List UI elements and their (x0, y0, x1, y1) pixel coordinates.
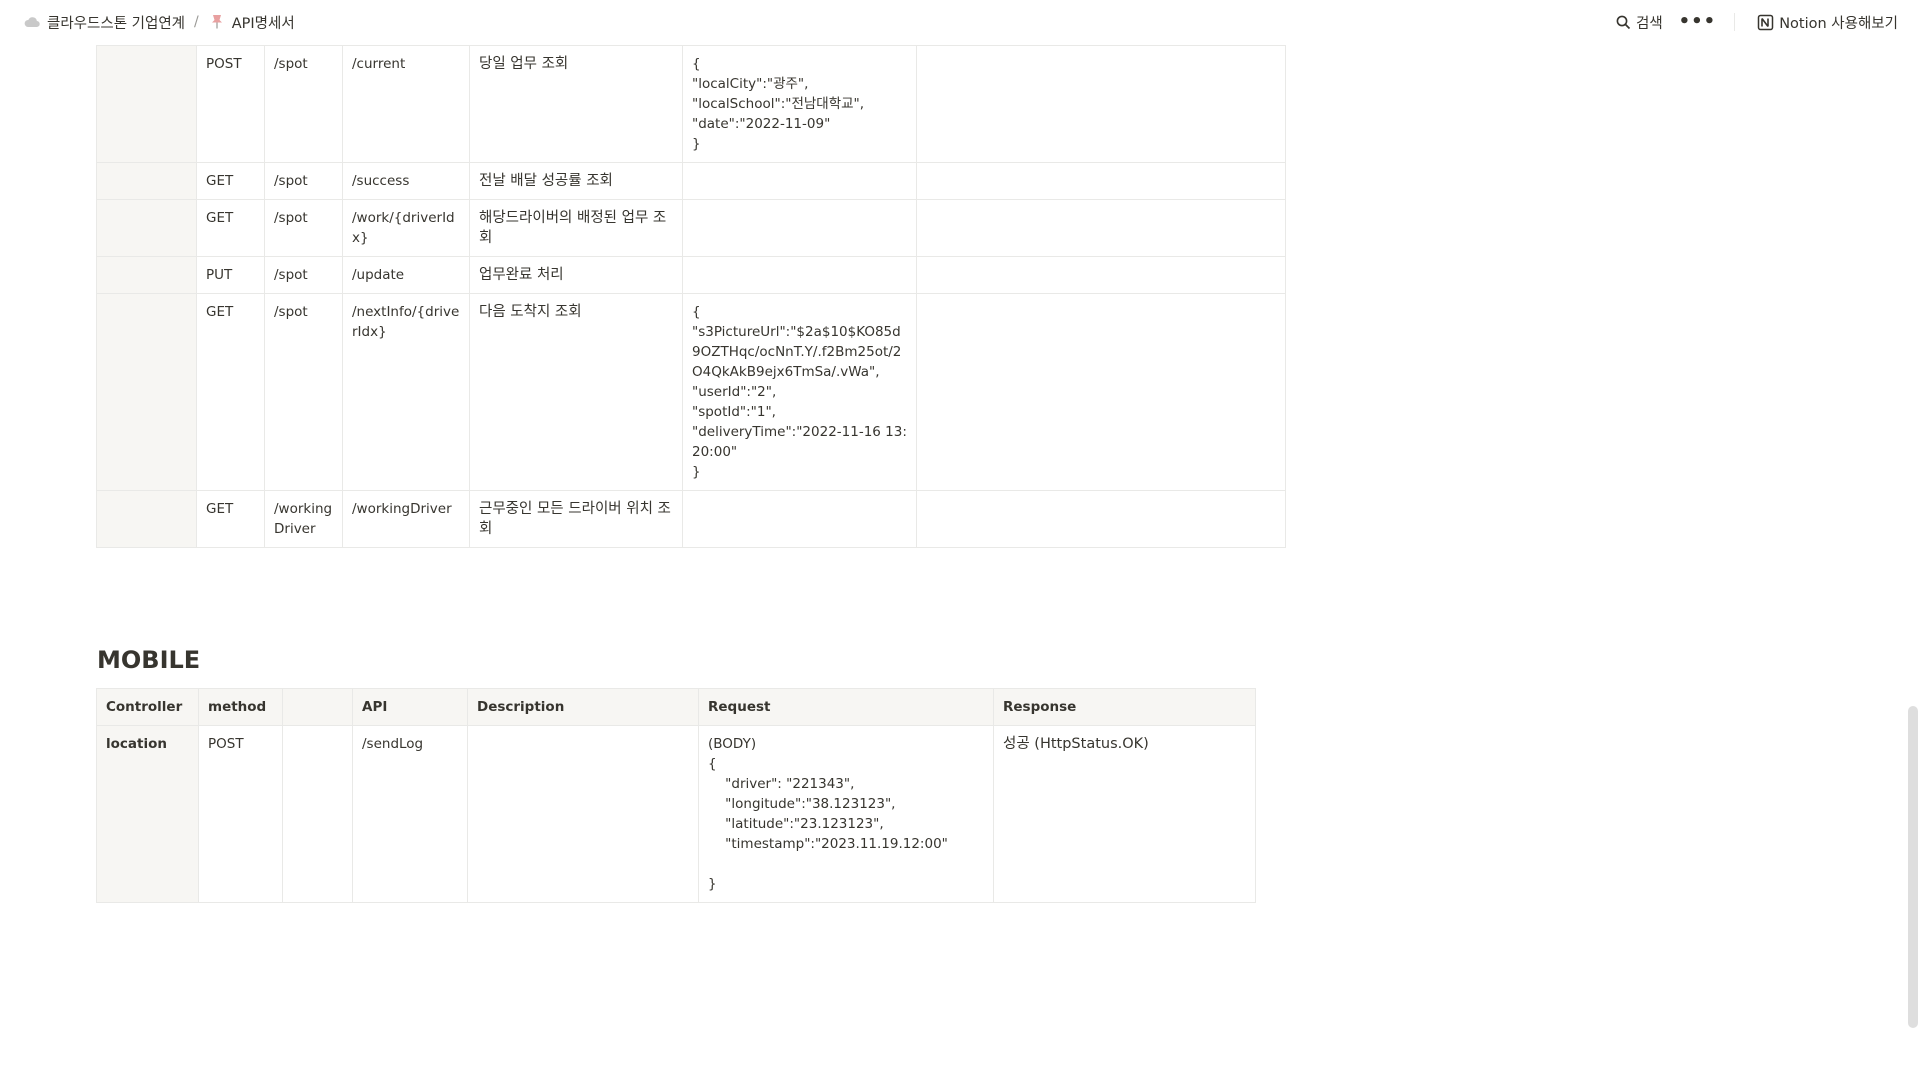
api-cell: /workingDriver (342, 490, 470, 548)
controller-cell (96, 162, 197, 200)
prefix-cell: /spot (264, 162, 343, 200)
response-cell (916, 199, 1286, 257)
api-table-mobile: Controller method API Description Reques… (96, 688, 1256, 903)
breadcrumb-item-page[interactable]: API명세서 (205, 11, 298, 33)
api-table-spot: POST /spot /current 당일 업무 조회 { "localCit… (96, 45, 1286, 548)
controller-cell (96, 293, 197, 491)
prefix-cell: /spot (264, 45, 343, 163)
api-cell: /sendLog (352, 725, 468, 903)
controller-cell (96, 199, 197, 257)
breadcrumb-label: 클라우드스톤 기업연계 (47, 15, 186, 32)
request-cell (682, 162, 917, 200)
column-header: API (352, 688, 468, 726)
description-cell: 해당드라이버의 배정된 업무 조회 (469, 199, 683, 257)
method-cell: POST (196, 45, 265, 163)
controller-cell (96, 256, 197, 294)
controller-cell (96, 45, 197, 163)
response-cell (916, 162, 1286, 200)
pin-icon (208, 13, 226, 31)
table-row: PUT /spot /update 업무완료 처리 (96, 256, 1286, 294)
response-cell (916, 293, 1286, 491)
topbar-actions: 검색 ••• Notion 사용해보기 (1604, 10, 1902, 34)
api-cell: /success (342, 162, 470, 200)
prefix-cell: /working Driver (264, 490, 343, 548)
section-heading-mobile: MOBILE (97, 646, 201, 674)
method-cell: GET (196, 293, 265, 491)
table-header-row: Controller method API Description Reques… (96, 688, 1256, 726)
response-cell (916, 256, 1286, 294)
description-cell: 업무완료 처리 (469, 256, 683, 294)
api-cell: /current (342, 45, 470, 163)
divider (1734, 13, 1736, 31)
notion-logo-icon (1757, 14, 1774, 31)
table-row: GET /working Driver /workingDriver 근무중인 … (96, 490, 1286, 548)
request-cell (682, 256, 917, 294)
search-label: 검색 (1635, 15, 1663, 32)
top-bar: 클라우드스톤 기업연계 / API명세서 검색 ••• Notion 사용해보기 (0, 0, 1920, 44)
method-cell: GET (196, 199, 265, 257)
description-cell: 근무중인 모든 드라이버 위치 조회 (469, 490, 683, 548)
description-cell (467, 725, 699, 903)
scrollbar-thumb[interactable] (1908, 706, 1918, 1028)
more-options-button[interactable]: ••• (1675, 10, 1721, 34)
prefix-cell: /spot (264, 256, 343, 294)
method-cell: POST (198, 725, 283, 903)
description-cell: 전날 배달 성공률 조회 (469, 162, 683, 200)
controller-cell: location (96, 725, 199, 903)
request-cell: { "localCity":"광주", "localSchool":"전남대학교… (682, 45, 917, 163)
breadcrumb-item-workspace[interactable]: 클라우드스톤 기업연계 (20, 11, 188, 33)
response-cell: 성공 (HttpStatus.OK) (993, 725, 1256, 903)
try-notion-button[interactable]: Notion 사용해보기 (1753, 10, 1902, 34)
prefix-cell: /spot (264, 199, 343, 257)
table-row: GET /spot /success 전날 배달 성공률 조회 (96, 162, 1286, 200)
blank-cell (282, 725, 353, 903)
request-cell: { "s3PictureUrl":"$2a$10$KO85d9OZTHqc/oc… (682, 293, 917, 491)
table-row: GET /spot /work/{driverIdx} 해당드라이버의 배정된 … (96, 199, 1286, 257)
description-cell: 당일 업무 조회 (469, 45, 683, 163)
response-cell (916, 490, 1286, 548)
method-cell: PUT (196, 256, 265, 294)
description-cell: 다음 도착지 조회 (469, 293, 683, 491)
breadcrumb-separator: / (194, 14, 199, 30)
api-cell: /update (342, 256, 470, 294)
request-cell (682, 199, 917, 257)
request-cell (682, 490, 917, 548)
cloud-icon (23, 13, 41, 31)
try-notion-label: Notion 사용해보기 (1779, 15, 1898, 32)
vertical-scrollbar[interactable] (1906, 0, 1920, 1080)
search-button[interactable]: 검색 (1612, 10, 1667, 34)
table-row: POST /spot /current 당일 업무 조회 { "localCit… (96, 45, 1286, 163)
more-icon: ••• (1678, 11, 1717, 32)
prefix-cell: /spot (264, 293, 343, 491)
method-cell: GET (196, 490, 265, 548)
column-header: Description (467, 688, 699, 726)
column-header: Request (698, 688, 994, 726)
search-icon (1616, 15, 1631, 30)
request-cell: (BODY) { "driver": "221343", "longitude"… (698, 725, 994, 903)
api-cell: /nextInfo/{driverIdx} (342, 293, 470, 491)
method-cell: GET (196, 162, 265, 200)
api-cell: /work/{driverIdx} (342, 199, 470, 257)
breadcrumb-label: API명세서 (231, 15, 295, 32)
controller-cell (96, 490, 197, 548)
column-header (282, 688, 353, 726)
column-header: method (198, 688, 283, 726)
table-row: GET /spot /nextInfo/{driverIdx} 다음 도착지 조… (96, 293, 1286, 491)
column-header: Response (993, 688, 1256, 726)
column-header: Controller (96, 688, 199, 726)
table-row: location POST /sendLog (BODY) { "driver"… (96, 725, 1256, 903)
response-cell (916, 45, 1286, 163)
breadcrumb: 클라우드스톤 기업연계 / API명세서 (20, 11, 298, 33)
